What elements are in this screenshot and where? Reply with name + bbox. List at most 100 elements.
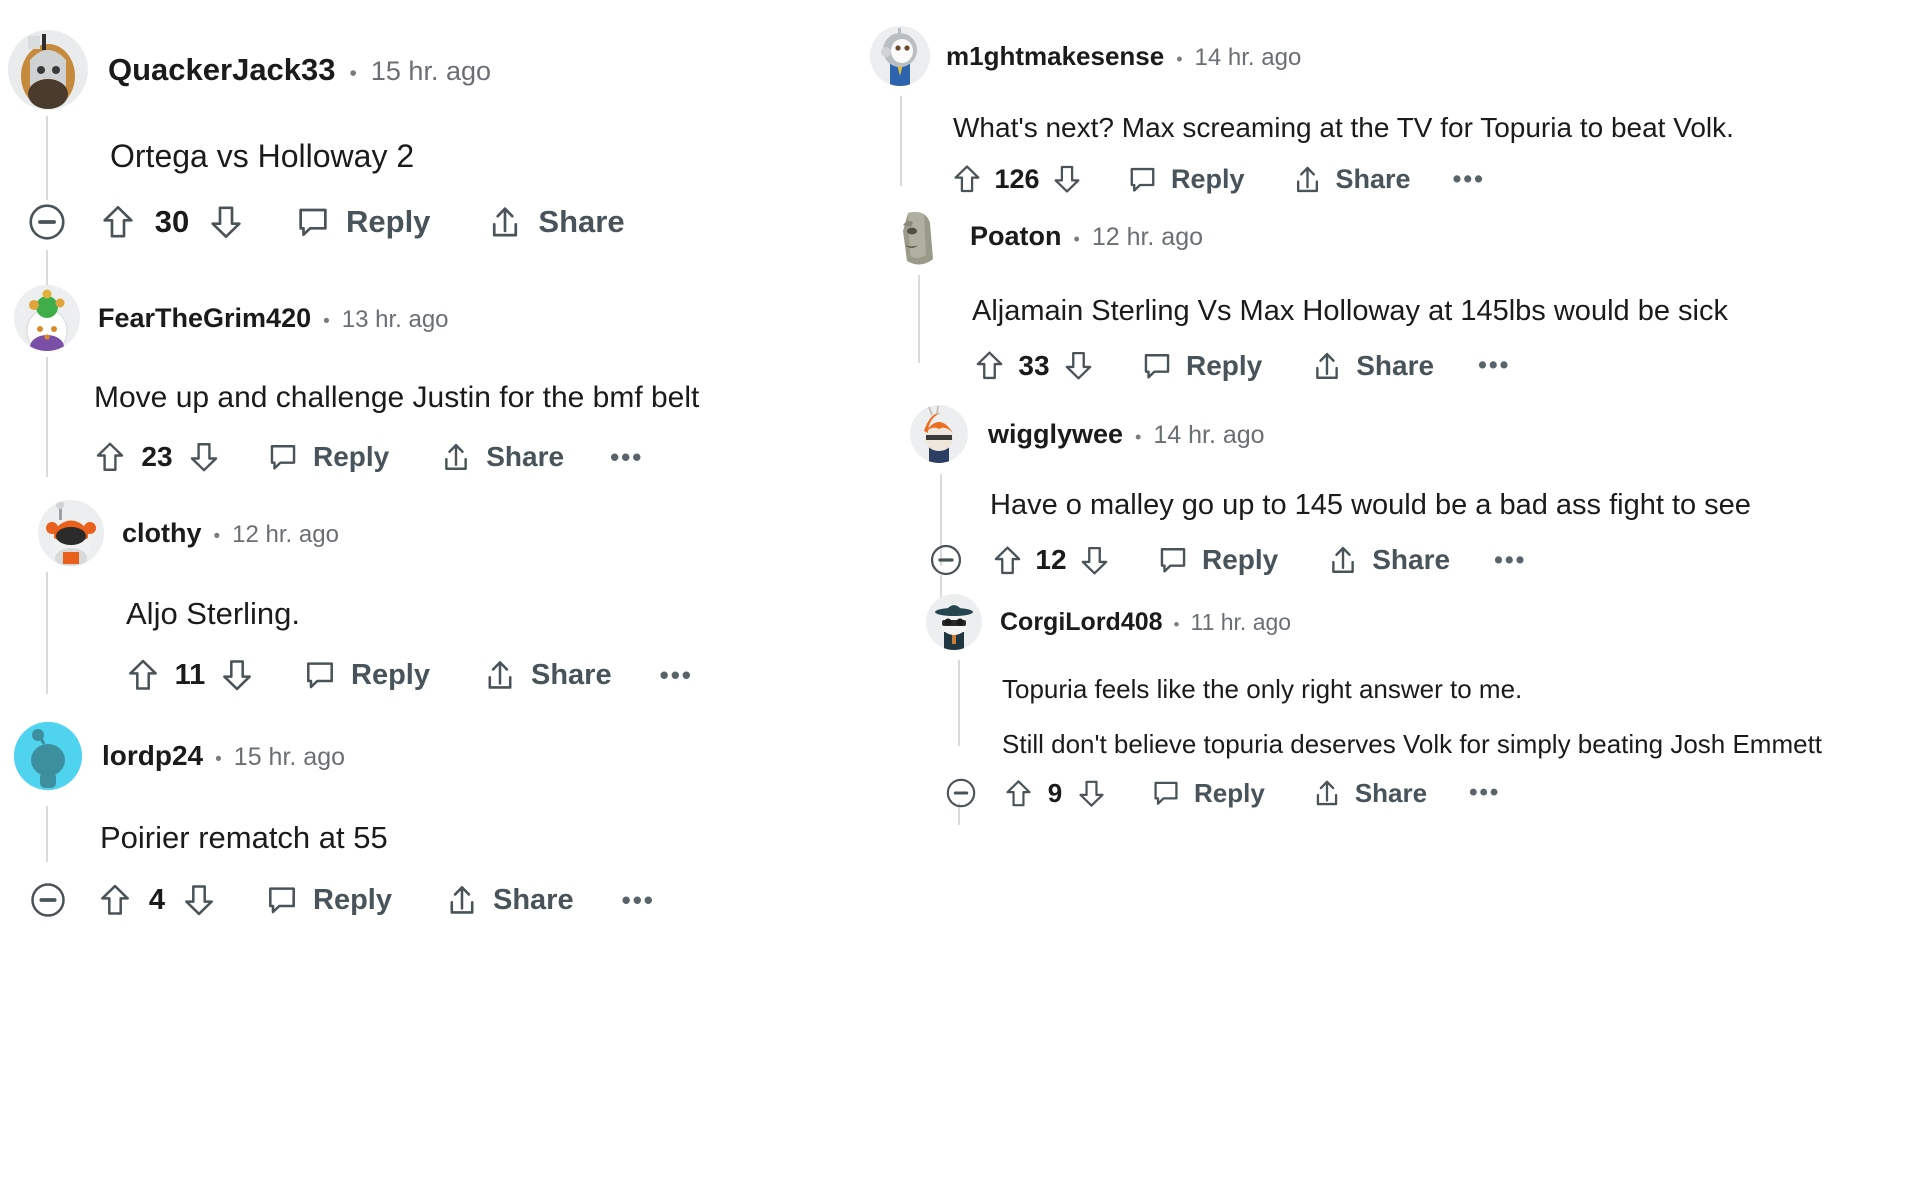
comment-timestamp[interactable]: 11 hr. ago [1190, 609, 1291, 636]
vote-count: 4 [148, 883, 166, 916]
share-arrow-icon [488, 661, 512, 689]
more-options-button[interactable]: ••• [1469, 779, 1500, 807]
more-options-button[interactable]: ••• [622, 885, 655, 916]
share-arrow-icon [1316, 352, 1339, 379]
downvote-button[interactable] [180, 881, 218, 919]
meta-separator: • [1176, 48, 1183, 69]
vote-count: 12 [1035, 544, 1067, 575]
avatar[interactable] [8, 30, 88, 110]
share-label: Share [538, 204, 625, 239]
avatar[interactable] [926, 594, 982, 650]
avatar[interactable] [38, 500, 104, 566]
comment-username[interactable]: CorgiLord408 [1000, 608, 1163, 637]
speech-bubble-icon [269, 887, 295, 914]
speech-bubble-icon [1154, 781, 1178, 805]
share-button[interactable]: Share [482, 657, 612, 693]
minus-circle-icon [29, 204, 65, 240]
avatar[interactable] [870, 26, 930, 86]
more-options-button[interactable]: ••• [610, 442, 643, 473]
upvote-button[interactable] [96, 881, 134, 919]
upvote-button[interactable] [1002, 777, 1035, 810]
share-button[interactable]: Share [1311, 777, 1427, 809]
share-button[interactable]: Share [1326, 543, 1450, 577]
reply-button[interactable]: Reply [294, 203, 430, 241]
comment-header: m1ghtmakesense • 14 hr. ago [870, 26, 1920, 86]
reply-label: Reply [313, 883, 392, 916]
downvote-arrow-icon [1054, 165, 1080, 193]
comment-timestamp[interactable]: 12 hr. ago [1092, 223, 1203, 252]
share-button[interactable]: Share [1291, 163, 1411, 196]
reply-button[interactable]: Reply [1156, 543, 1278, 577]
avatar[interactable] [888, 205, 950, 267]
comment-header: Poaton • 12 hr. ago [880, 205, 1920, 267]
share-button[interactable]: Share [486, 203, 625, 241]
speech-bubble-icon [1130, 167, 1155, 192]
comment-timestamp[interactable]: 14 hr. ago [1195, 44, 1302, 72]
downvote-button[interactable] [1075, 777, 1108, 810]
share-button[interactable]: Share [444, 882, 574, 918]
downvote-button[interactable] [1077, 543, 1112, 578]
more-options-button[interactable]: ••• [1494, 546, 1526, 575]
comment-fearthegrim420: FearTheGrim420 • 13 hr. ago Move up and … [0, 285, 880, 475]
downvote-arrow-icon [1065, 351, 1092, 380]
collapse-button[interactable] [26, 201, 68, 243]
upvote-button[interactable] [92, 439, 128, 475]
downvote-button[interactable] [206, 202, 246, 242]
avatar[interactable] [910, 405, 968, 463]
share-button[interactable]: Share [439, 440, 564, 474]
upvote-button[interactable] [124, 656, 162, 694]
more-options-button[interactable]: ••• [1453, 165, 1485, 194]
comment-timestamp[interactable]: 12 hr. ago [232, 521, 339, 549]
comment-username[interactable]: QuackerJack33 [108, 52, 336, 88]
comment-username[interactable]: lordp24 [102, 740, 203, 772]
comment-timestamp[interactable]: 15 hr. ago [371, 56, 491, 87]
more-options-button[interactable]: ••• [660, 660, 693, 691]
comment-header: wigglywee • 14 hr. ago [880, 405, 1920, 463]
avatar[interactable] [14, 722, 82, 790]
share-button[interactable]: Share [1310, 349, 1434, 383]
comment-header: FearTheGrim420 • 13 hr. ago [0, 285, 880, 351]
comment-timestamp[interactable]: 15 hr. ago [234, 743, 345, 772]
reply-button[interactable]: Reply [264, 882, 392, 918]
downvote-arrow-icon [223, 660, 251, 691]
comment-username[interactable]: m1ghtmakesense [946, 41, 1164, 72]
comment-header: QuackerJack33 • 15 hr. ago [0, 30, 880, 110]
comment-username[interactable]: FearTheGrim420 [98, 303, 311, 334]
comment-timestamp[interactable]: 13 hr. ago [342, 306, 449, 334]
upvote-arrow-icon [96, 442, 124, 471]
downvote-button[interactable] [1061, 348, 1096, 383]
reply-button[interactable]: Reply [1126, 163, 1245, 196]
comment-m1ghtmakesense: m1ghtmakesense • 14 hr. ago What's next?… [870, 26, 1920, 196]
share-label: Share [1354, 777, 1428, 808]
avatar[interactable] [14, 285, 80, 351]
share-arrow-icon [1316, 780, 1338, 806]
vote-count: 23 [141, 441, 173, 472]
comment-actions: 126 Reply Share ••• [950, 162, 1920, 196]
comment-username[interactable]: wigglywee [988, 419, 1123, 450]
upvote-button[interactable] [972, 348, 1007, 383]
comment-username[interactable]: clothy [122, 518, 202, 549]
downvote-button[interactable] [1050, 162, 1084, 196]
reply-label: Reply [1202, 544, 1279, 575]
comment-username[interactable]: Poaton [970, 221, 1062, 252]
upvote-arrow-icon [954, 165, 980, 193]
reply-button[interactable]: Reply [302, 657, 430, 693]
comment-timestamp[interactable]: 14 hr. ago [1153, 421, 1264, 450]
share-arrow-icon [445, 443, 468, 470]
upvote-button[interactable] [990, 543, 1025, 578]
meta-separator: • [1073, 228, 1080, 249]
collapse-button[interactable] [944, 776, 978, 810]
downvote-button[interactable] [218, 656, 256, 694]
more-options-button[interactable]: ••• [1478, 351, 1510, 380]
reply-button[interactable]: Reply [1150, 777, 1265, 809]
downvote-button[interactable] [186, 439, 222, 475]
reply-button[interactable]: Reply [1140, 349, 1262, 383]
reply-button[interactable]: Reply [266, 440, 389, 474]
upvote-button[interactable] [98, 202, 138, 242]
upvote-arrow-icon [103, 206, 133, 238]
share-arrow-icon [1296, 166, 1318, 192]
collapse-button[interactable] [928, 542, 964, 578]
collapse-button[interactable] [28, 880, 68, 920]
meta-separator: • [215, 749, 222, 770]
upvote-button[interactable] [950, 162, 984, 196]
